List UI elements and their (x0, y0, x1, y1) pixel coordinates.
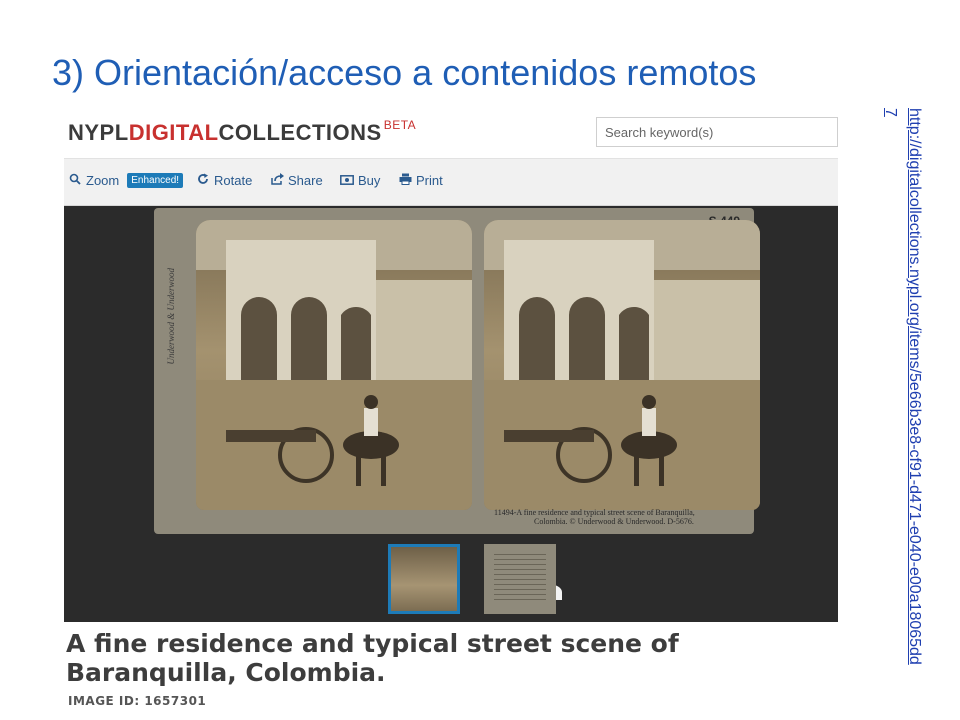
share-icon (270, 173, 284, 188)
buy-button[interactable]: Buy (340, 173, 380, 188)
logo-digital: DIGITAL (128, 120, 219, 145)
zoom-label: Zoom (86, 173, 120, 188)
zoom-button[interactable]: Zoom Enhanced! (68, 173, 184, 188)
nypl-screenshot: NYPLDIGITALCOLLECTIONSBETA Zoom Enhanced… (64, 108, 838, 720)
enhanced-badge: Enhanced! (127, 173, 184, 188)
share-label: Share (288, 173, 323, 188)
buy-label: Buy (358, 173, 381, 188)
rotate-label: Rotate (214, 173, 253, 188)
card-caption-credit: Colombia. © Underwood & Underwood. D-567… (534, 517, 694, 526)
image-id: IMAGE ID: 1657301 (68, 694, 207, 708)
site-header: NYPLDIGITALCOLLECTIONS BETA (64, 108, 838, 159)
rotate-button[interactable]: Rotate (196, 173, 252, 188)
slide-title: 3) Orientación/acceso a contenidos remot… (52, 52, 757, 93)
nypl-logo[interactable]: NYPLDIGITALCOLLECTIONS BETA (68, 118, 417, 146)
viewer-toolbar: Zoom Enhanced! Rotate Share Buy Print (64, 159, 838, 206)
thumbnail-front[interactable] (388, 544, 460, 614)
stereograph-card: Underwood & Underwood S 449 (154, 208, 760, 534)
logo-beta: BETA (383, 118, 417, 132)
share-button[interactable]: Share (270, 173, 323, 188)
image-viewer[interactable]: Underwood & Underwood S 449 (64, 206, 838, 622)
buy-icon (340, 174, 354, 188)
card-side-text: Underwood & Underwood (166, 268, 176, 365)
print-icon (398, 173, 412, 188)
logo-collections: COLLECTIONS (218, 120, 382, 145)
print-button[interactable]: Print (398, 173, 443, 188)
stereo-photo-left (196, 220, 472, 510)
stereo-photo-right (484, 220, 760, 510)
item-title: A fine residence and typical street scen… (66, 629, 679, 687)
item-url-link[interactable]: http://digitalcollections.nypl.org/items… (878, 108, 926, 668)
thumbnail-back[interactable] (484, 544, 556, 614)
vertical-link-container: http://digitalcollections.nypl.org/items… (876, 108, 926, 668)
rotate-icon (196, 173, 210, 188)
card-caption: 11494-A fine residence and typical stree… (494, 508, 695, 517)
search-icon (68, 173, 82, 188)
logo-nypl: NYPL (68, 120, 129, 145)
thumbnail-back-text (494, 554, 546, 604)
print-label: Print (416, 173, 443, 188)
search-input[interactable] (596, 117, 838, 147)
